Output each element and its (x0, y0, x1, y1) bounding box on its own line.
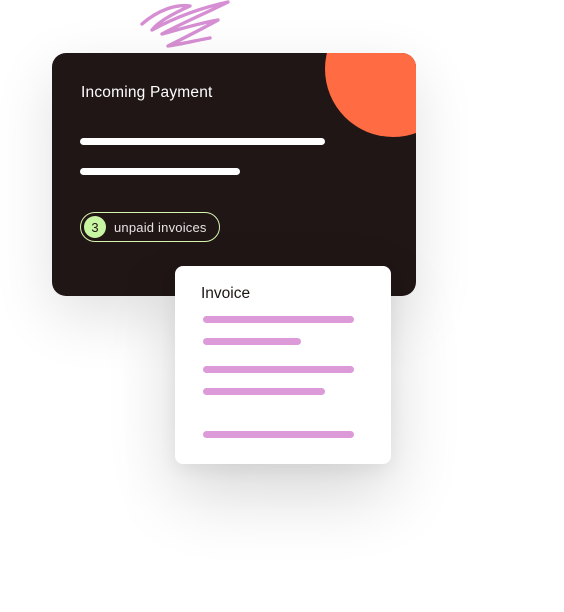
invoice-title: Invoice (201, 285, 251, 302)
squiggle-decoration (140, 0, 230, 48)
invoice-card: Invoice (175, 266, 391, 464)
unpaid-invoices-badge: 3 unpaid invoices (80, 212, 220, 242)
invoice-line (203, 431, 354, 438)
incoming-payment-card: Incoming Payment 3 unpaid invoices (52, 53, 416, 296)
placeholder-line (80, 168, 240, 175)
payment-card-title: Incoming Payment (81, 84, 213, 101)
unpaid-label: unpaid invoices (114, 219, 207, 235)
invoice-line (203, 366, 354, 373)
accent-circle (325, 53, 416, 137)
invoice-line (203, 338, 301, 345)
invoice-line (203, 388, 325, 395)
placeholder-line (80, 138, 325, 145)
unpaid-count: 3 (84, 216, 106, 238)
invoice-line (203, 316, 354, 323)
